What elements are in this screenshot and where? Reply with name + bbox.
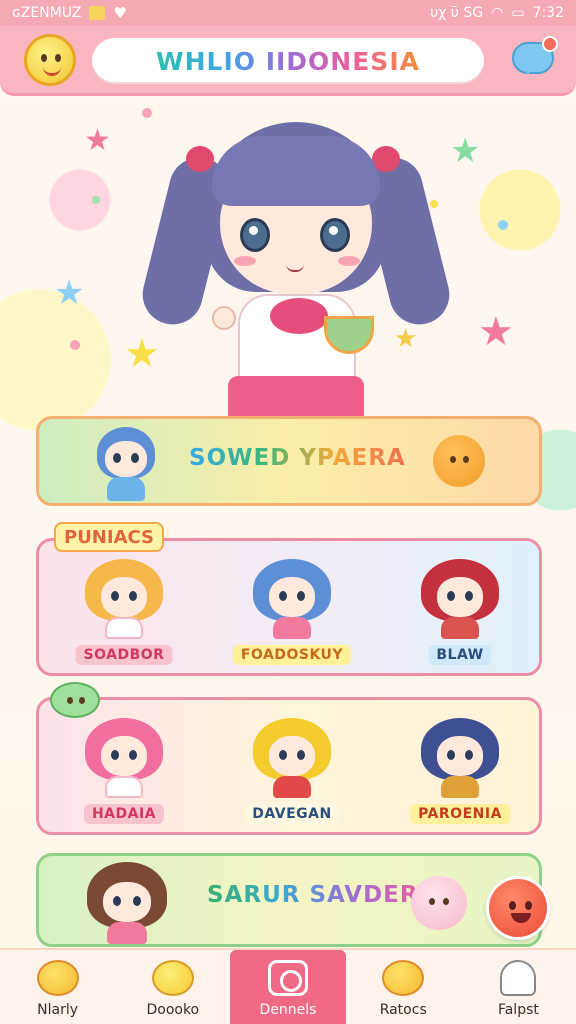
character-avatar (253, 718, 331, 798)
section-tag: PUNIACS (54, 522, 165, 552)
battery-icon: ▭ (511, 5, 525, 21)
nav-item-falpst[interactable]: Falpst (461, 950, 576, 1024)
character-name: BLAW (428, 645, 492, 665)
character-name: HADAIA (83, 804, 165, 824)
sparkle-dot (70, 340, 80, 350)
status-app-text: ɢZENMUZ (12, 5, 82, 21)
character-avatar (421, 559, 499, 639)
character-name: SOADBOR (75, 645, 173, 665)
character-card[interactable]: SOADBOR (49, 551, 199, 671)
status-indicators: υχ ῡ SG (430, 5, 484, 21)
status-left: ɢZENMUZ ♥ (12, 4, 127, 22)
nav-item-ratocs[interactable]: Ratocs (346, 950, 461, 1024)
notification-icon (89, 6, 106, 20)
star-icon: ★ (478, 309, 514, 355)
chick-icon (151, 960, 194, 996)
character-name: DAVEGAN (244, 804, 340, 824)
notification-dot-icon (542, 36, 558, 52)
nav-item-nlarly[interactable]: Nlarly (0, 950, 115, 1024)
character-card[interactable]: PAROENIA (385, 710, 535, 830)
hero-illustration: ★ ★ ★ ★ ★ ★ (0, 100, 576, 418)
mascot-character (136, 106, 456, 418)
nav-item-doooko[interactable]: Doooko (115, 950, 230, 1024)
character-grid-row-2: HADAIA DAVEGAN PAROENIA (36, 697, 542, 835)
banner-title: SOWED YPAERA (189, 445, 406, 471)
status-right: υχ ῡ SG ◠ ▭ 7:32 (430, 5, 564, 21)
yellow-face-icon (382, 960, 425, 996)
ghost-icon (500, 960, 537, 996)
character-card[interactable]: FOADOSKUY (217, 551, 367, 671)
status-bar: ɢZENMUZ ♥ υχ ῡ SG ◠ ▭ 7:32 (0, 0, 576, 26)
app-header: WHLIO IIDONESIA (0, 26, 576, 96)
star-icon: ★ (84, 123, 111, 158)
character-card[interactable]: DAVEGAN (217, 710, 367, 830)
wifi-icon: ◠ (491, 5, 504, 21)
character-card[interactable]: BLAW (385, 551, 535, 671)
status-time: 7:32 (532, 5, 564, 21)
banner-character (91, 427, 161, 501)
banner-title: SARUR SAVDERY (207, 882, 435, 908)
star-icon: ★ (450, 131, 481, 171)
bottom-banner[interactable]: SARUR SAVDERY (36, 853, 542, 947)
chat-bubble-icon[interactable] (508, 36, 558, 84)
character-name: FOADOSKUY (232, 645, 352, 665)
orange-blob-icon (433, 435, 485, 487)
character-avatar (85, 559, 163, 639)
heart-icon: ♥ (113, 4, 127, 22)
character-avatar (421, 718, 499, 798)
title-pill: WHLIO IIDONESIA (92, 38, 484, 84)
banner-character (87, 862, 167, 944)
nav-item-dennels[interactable]: Dennels (230, 950, 346, 1024)
sparkle-dot (92, 196, 100, 204)
character-card[interactable]: HADAIA (49, 710, 199, 830)
nav-label: Doooko (146, 1002, 200, 1018)
bottom-navigation: Nlarly Doooko Dennels Ratocs Falpst (0, 948, 576, 1024)
camera-icon (268, 960, 308, 996)
app-title: WHLIO IIDONESIA (156, 46, 420, 76)
character-name: PAROENIA (410, 804, 510, 824)
nav-label: Dennels (259, 1002, 317, 1018)
featured-banner[interactable]: SOWED YPAERA (36, 416, 542, 506)
yellow-mascot-icon (36, 960, 79, 996)
nav-label: Ratocs (379, 1002, 427, 1018)
character-avatar (253, 559, 331, 639)
nav-label: Falpst (497, 1002, 539, 1018)
sparkle-dot (498, 220, 508, 230)
nav-label: Nlarly (37, 1002, 79, 1018)
red-smiley-fab-icon[interactable] (486, 876, 550, 940)
smiley-face-icon[interactable] (24, 34, 76, 86)
pink-blob-icon (411, 876, 467, 930)
green-blob-icon (50, 682, 100, 718)
character-grid-row-1: SOADBOR FOADOSKUY BLAW (36, 538, 542, 676)
character-avatar (85, 718, 163, 798)
star-icon: ★ (54, 273, 85, 313)
